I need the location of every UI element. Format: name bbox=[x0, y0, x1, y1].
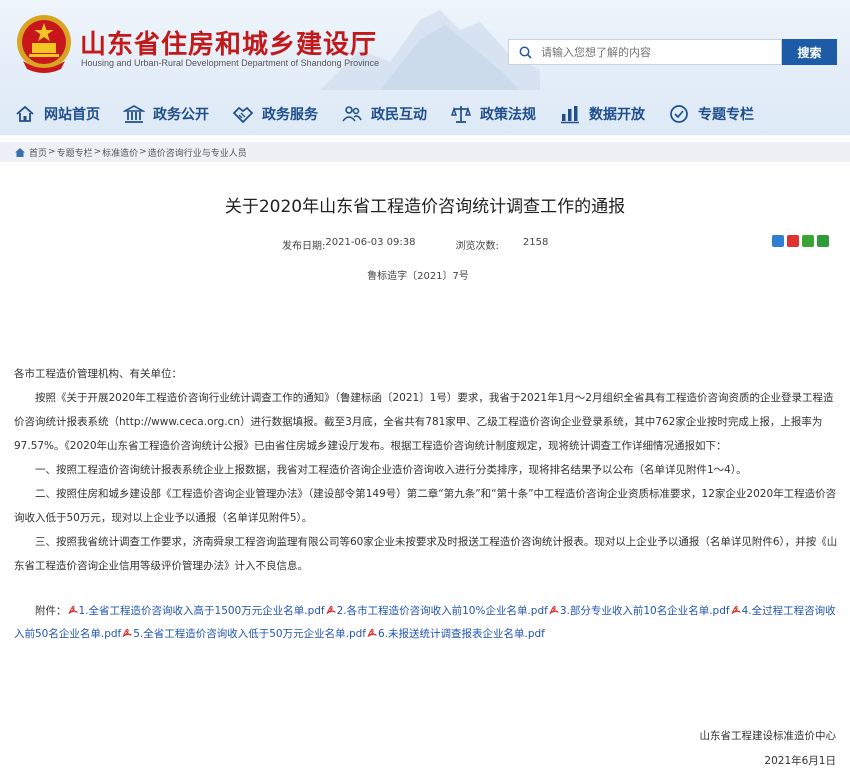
nav-item-services[interactable]: 政务服务 bbox=[232, 98, 318, 130]
signature-block: 山东省工程建设标准造价中心 2021年6月1日 bbox=[700, 724, 837, 774]
breadcrumb-item-standards[interactable]: 标准造价 bbox=[102, 146, 138, 159]
pdf-icon bbox=[731, 605, 741, 615]
home-icon bbox=[15, 147, 25, 157]
nav-label: 专题专栏 bbox=[698, 107, 754, 123]
search-box[interactable] bbox=[508, 39, 782, 65]
views-count: 2158 bbox=[522, 237, 549, 248]
share-douban-icon[interactable] bbox=[817, 235, 829, 247]
pdf-icon bbox=[549, 605, 559, 615]
search-bar: 搜索 bbox=[508, 39, 837, 65]
government-building-icon bbox=[123, 105, 145, 123]
nav-item-interaction[interactable]: 政民互动 bbox=[341, 98, 427, 130]
nav-item-open-data[interactable]: 数据开放 bbox=[559, 98, 645, 130]
home-icon bbox=[16, 105, 34, 122]
pdf-icon bbox=[122, 628, 133, 638]
views-label: 浏览次数: bbox=[455, 241, 499, 252]
share-wechat-icon[interactable] bbox=[802, 235, 814, 247]
national-emblem-icon bbox=[17, 15, 71, 73]
share-favorite-icon[interactable] bbox=[772, 235, 784, 247]
pdf-icon bbox=[367, 628, 377, 638]
document-number: 鲁标造字〔2021〕7号 bbox=[367, 271, 469, 282]
article-title: 关于2020年山东省工程造价咨询统计调查工作的通报 bbox=[224, 197, 626, 217]
share-weibo-icon[interactable] bbox=[787, 235, 799, 247]
paragraph-4: 三、按照我省统计调查工作要求，济南舜泉工程咨询监理有限公司等60家企业未按要求及… bbox=[14, 536, 838, 572]
nav-label: 政务服务 bbox=[262, 107, 318, 123]
pdf-icon bbox=[68, 605, 78, 615]
people-icon bbox=[342, 106, 362, 122]
nav-label: 政民互动 bbox=[371, 107, 427, 123]
article-body: 各市工程造价管理机构、有关单位： 按照《关于开展2020年工程造价咨询行业统计调… bbox=[14, 362, 838, 578]
article-meta: 发布日期: 2021-06-03 09:38 浏览次数: 2158 bbox=[282, 237, 548, 252]
paragraph-1: 按照《关于开展2020年工程造价咨询行业统计调查工作的通知》（鲁建标函〔2021… bbox=[14, 386, 838, 458]
main-nav: 网站首页 政务公开 政务服务 政民互动 政策法规 数据开放 专题专栏 bbox=[0, 98, 850, 130]
attachments-label: 附件： bbox=[35, 605, 67, 617]
attachments: 附件： 1.全省工程造价咨询收入高于1500万元企业名单.pdf 2.各市工程造价咨… bbox=[14, 600, 838, 646]
search-button[interactable]: 搜索 bbox=[782, 39, 837, 65]
breadcrumb-separator: > bbox=[139, 147, 147, 157]
nav-label: 数据开放 bbox=[589, 107, 645, 123]
nav-item-government-affairs[interactable]: 政务公开 bbox=[123, 98, 209, 130]
breadcrumb-item-special[interactable]: 专题专栏 bbox=[57, 146, 93, 159]
nav-item-home[interactable]: 网站首页 bbox=[14, 98, 100, 130]
site-subtitle: Housing and Urban-Rural Development Depa… bbox=[81, 58, 380, 68]
breadcrumb-separator: > bbox=[93, 147, 102, 157]
share-bar bbox=[772, 235, 829, 247]
nav-label: 政策法规 bbox=[480, 107, 536, 123]
search-input[interactable] bbox=[541, 45, 741, 59]
attachment-link-1[interactable]: 1.全省工程造价咨询收入高于1500万元企业名单.pdf bbox=[79, 605, 325, 617]
handshake-icon bbox=[232, 106, 254, 124]
attachment-link-6[interactable]: 6.未报送统计调查报表企业名单.pdf bbox=[378, 628, 545, 640]
breadcrumb-item-current[interactable]: 造价咨询行业与专业人员 bbox=[148, 146, 247, 159]
sign-date: 2021年6月1日 bbox=[764, 755, 836, 767]
nav-item-special-columns[interactable]: 专题专栏 bbox=[668, 98, 754, 130]
publish-date-label: 发布日期: bbox=[282, 241, 326, 252]
publish-date: 2021-06-03 09:38 bbox=[325, 237, 416, 248]
site-header: 山东省住房和城乡建设厅 Housing and Urban-Rural Deve… bbox=[0, 0, 850, 135]
attachment-link-2[interactable]: 2.各市工程造价咨询收入前10%企业名单.pdf bbox=[337, 605, 548, 617]
ceca-link[interactable]: http://www.ceca.org.cn bbox=[119, 416, 240, 428]
scale-icon bbox=[451, 106, 471, 123]
attachment-link-5[interactable]: 5.全省工程造价咨询收入低于50万元企业名单.pdf bbox=[133, 628, 366, 640]
paragraph-2: 一、按照工程造价咨询统计报表系统企业上报数据，我省对工程造价咨询企业造价咨询收入… bbox=[35, 464, 747, 476]
column-icon bbox=[670, 105, 688, 123]
signer: 山东省工程建设标准造价中心 bbox=[699, 730, 837, 742]
site-title[interactable]: 山东省住房和城乡建设厅 bbox=[80, 24, 377, 61]
breadcrumb: 首页 > 专题专栏 > 标准造价 > 造价咨询行业与专业人员 bbox=[0, 142, 850, 162]
search-icon bbox=[519, 46, 541, 59]
salutation: 各市工程造价管理机构、有关单位： bbox=[14, 368, 182, 380]
breadcrumb-item-home[interactable]: 首页 bbox=[29, 146, 47, 159]
nav-item-policies[interactable]: 政策法规 bbox=[450, 98, 536, 130]
paragraph-3: 二、按照住房和城乡建设部《工程造价咨询企业管理办法》（建设部令第149号）第二章… bbox=[14, 488, 837, 524]
nav-label: 网站首页 bbox=[44, 107, 100, 123]
breadcrumb-separator: > bbox=[48, 147, 56, 157]
attachment-link-3[interactable]: 3.部分专业收入前10名企业名单.pdf bbox=[560, 605, 730, 617]
nav-label: 政务公开 bbox=[153, 107, 209, 123]
pdf-icon bbox=[326, 605, 336, 615]
bar-chart-icon bbox=[561, 106, 579, 124]
